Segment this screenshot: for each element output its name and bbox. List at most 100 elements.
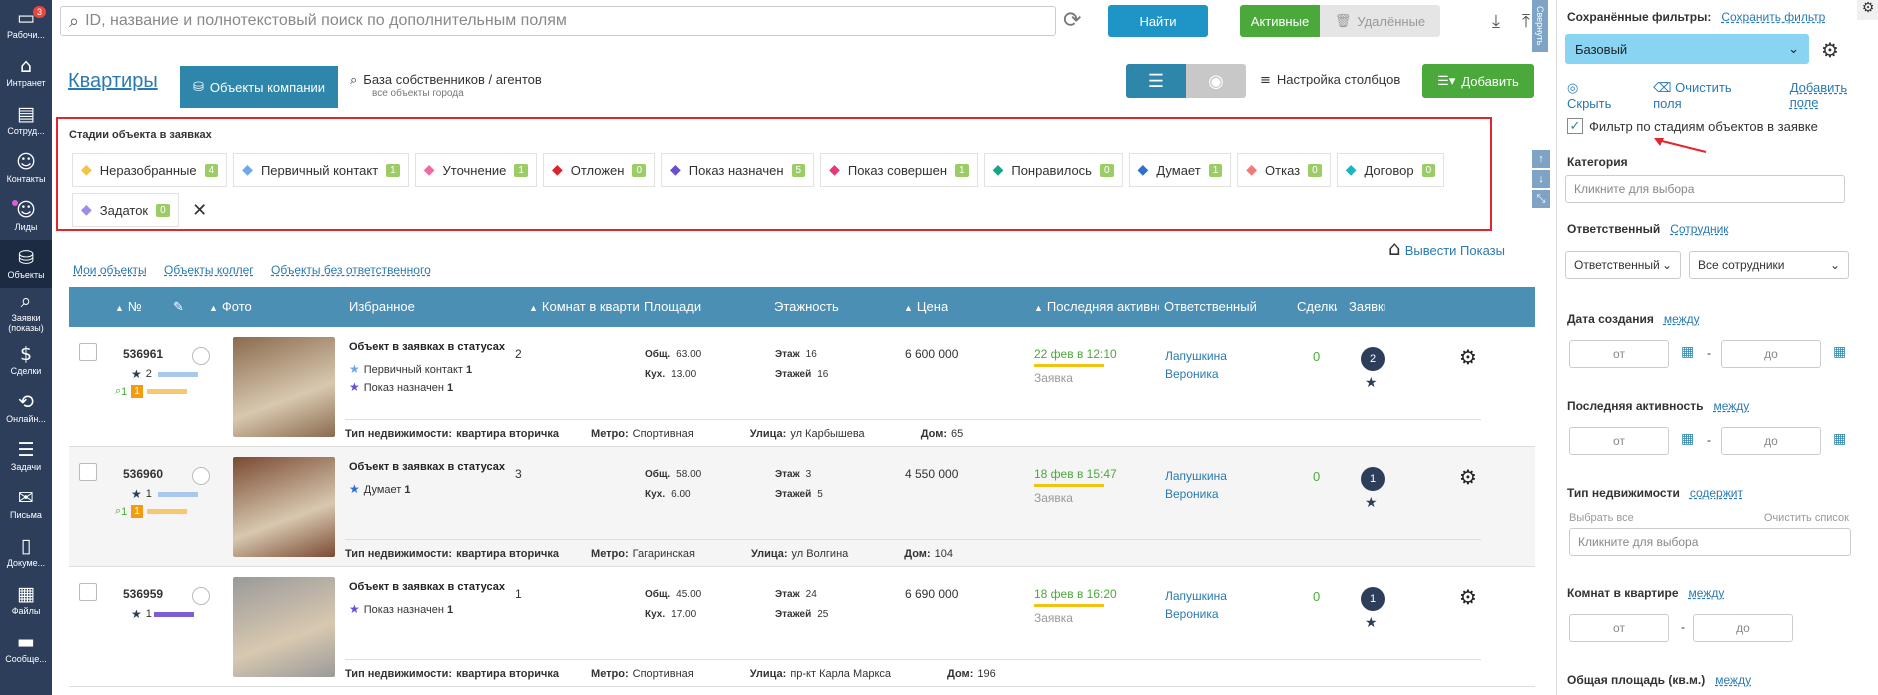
gear-icon[interactable]: ⚙ [1821, 38, 1839, 62]
nav-item-2[interactable]: ▤ Сотруд... [0, 96, 52, 144]
row-checkbox[interactable] [79, 343, 97, 361]
th-requests[interactable]: Заявки [1349, 299, 1385, 314]
nav-item-4[interactable]: ☺ Лиды [0, 192, 52, 240]
stage-chip[interactable]: ◆ Первичный контакт 1 [233, 153, 409, 187]
calendar-icon[interactable]: ▦ [1681, 431, 1694, 447]
table-row[interactable]: 536961 ★ 2 ⌕ 11 Объект в заявках в статус… [69, 327, 1535, 447]
select-all-link[interactable]: Выбрать все [1569, 512, 1634, 524]
deals-count[interactable]: 0 [1313, 589, 1320, 604]
stage-chip[interactable]: ◆ Понравилось 0 [983, 153, 1123, 187]
clear-fields-button[interactable]: ⌫ Очистить поля [1653, 80, 1776, 111]
activity-to-input[interactable]: до [1721, 427, 1821, 455]
colleagues-objects-link[interactable]: Объекты коллег [164, 263, 254, 277]
list-view-button[interactable]: ☰ [1126, 64, 1186, 98]
th-rooms[interactable]: ▲Комнат в квартире [529, 299, 639, 314]
calendar-icon[interactable]: ▦ [1681, 344, 1694, 360]
add-field-link[interactable]: Добавить поле [1790, 80, 1878, 111]
my-objects-link[interactable]: Мои объекты [73, 263, 147, 277]
category-field[interactable]: Кликните для выбора [1565, 175, 1845, 203]
th-favorite[interactable]: Избранное [349, 299, 415, 314]
active-filter-button[interactable]: Активные [1240, 5, 1320, 37]
object-photo[interactable] [233, 577, 335, 677]
deleted-filter-button[interactable]: 🗑 Удалённые [1320, 5, 1440, 37]
search-input[interactable]: ⌕ ID, название и полнотекстовый поиск по … [60, 6, 1056, 36]
object-id[interactable]: 536960 [123, 467, 163, 481]
responsible-link[interactable]: Лапушкина Вероника [1165, 347, 1227, 383]
nav-item-3[interactable]: ☺ Контакты [0, 144, 52, 192]
gear-icon[interactable]: ⚙ [1459, 465, 1477, 489]
created-from-input[interactable]: от [1569, 340, 1669, 368]
contains-link[interactable]: содержит [1690, 486, 1743, 500]
find-button[interactable]: Найти [1108, 5, 1208, 37]
nav-item-0[interactable]: ▭ Рабочи... 3 [0, 0, 52, 48]
nav-item-6[interactable]: ⌕ Заявки (показы) [0, 288, 52, 336]
requests-badge[interactable]: 1 [1361, 587, 1385, 611]
th-edit[interactable]: ✎ [173, 299, 184, 315]
stage-chip[interactable]: ◆ Уточнение 1 [414, 153, 537, 187]
rooms-from-input[interactable]: от [1569, 614, 1669, 642]
collapse-panel-tab[interactable]: Свернуть [1532, 0, 1548, 52]
calendar-icon[interactable]: ▦ [1833, 344, 1846, 360]
row-checkbox[interactable] [79, 583, 97, 601]
th-activity[interactable]: ▲Последняя активность [1034, 299, 1159, 314]
th-area[interactable]: Площади [644, 299, 701, 314]
responsible-select[interactable]: Ответственный ⌄ [1565, 251, 1681, 279]
gear-icon[interactable]: ⚙ [1459, 585, 1477, 609]
property-type-field[interactable]: Кликните для выбора [1569, 528, 1851, 556]
arrow-up-icon[interactable]: ↑ [1532, 150, 1550, 168]
between-link[interactable]: между [1664, 312, 1700, 326]
between-link[interactable]: между [1713, 399, 1749, 413]
hide-button[interactable]: ◎ Скрыть [1567, 80, 1639, 111]
stage-chip[interactable]: ◆ Неразобранные 4 [72, 153, 228, 187]
row-checkbox[interactable] [79, 463, 97, 481]
object-photo[interactable] [233, 337, 335, 437]
expand-icon[interactable]: ⤡ [1532, 190, 1550, 208]
responsible-link[interactable]: Лапушкина Вероника [1165, 587, 1227, 623]
th-floors[interactable]: Этажность [774, 299, 839, 314]
tab-owners-base[interactable]: ⌕ База собственников / агентов все объекты… [350, 72, 542, 99]
stage-chip[interactable]: ◆ Отложен 0 [542, 153, 655, 187]
gear-icon[interactable]: ⚙ [1459, 345, 1477, 369]
stage-chip[interactable]: ◆ Показ совершен 1 [820, 153, 978, 187]
map-view-button[interactable]: ◉ [1186, 64, 1246, 98]
stage-chip[interactable]: ◆ Задаток 0 [72, 193, 179, 227]
responsible-link[interactable]: Лапушкина Вероника [1165, 467, 1227, 503]
saved-filter-select[interactable]: Базовый ⌄ [1565, 34, 1809, 64]
select-circle[interactable] [192, 467, 210, 485]
column-settings-button[interactable]: ≡ Настройка столбцов [1260, 72, 1400, 88]
th-price[interactable]: ▲ Цена [904, 299, 948, 314]
nav-item-10[interactable]: ✉ Письма [0, 480, 52, 528]
th-photo[interactable]: ▲ Фото [209, 299, 252, 314]
upload-icon[interactable]: ⤒ [1522, 11, 1530, 32]
download-icon[interactable]: ⤓ [1492, 11, 1500, 32]
nav-item-12[interactable]: ▦ Файлы [0, 576, 52, 624]
rooms-to-input[interactable]: до [1693, 614, 1793, 642]
created-to-input[interactable]: до [1721, 340, 1821, 368]
nav-item-11[interactable]: ▯ Докуме... [0, 528, 52, 576]
calendar-icon[interactable]: ▦ [1833, 431, 1846, 447]
table-row[interactable]: 536959 ★ 1 Объект в заявках в статусах ★ По… [69, 567, 1535, 687]
refresh-icon[interactable]: ⟳ [1063, 8, 1081, 33]
table-row[interactable]: 536960 ★ 1 ⌕ 11 Объект в заявках в статус… [69, 447, 1535, 567]
tab-company-objects[interactable]: ⛁ Объекты компании [180, 66, 338, 108]
add-button[interactable]: ☰▾ Добавить [1422, 64, 1534, 98]
nav-item-13[interactable]: ▬ Сообще... [0, 624, 52, 672]
nav-item-7[interactable]: $ Сделки [0, 336, 52, 384]
stage-chip[interactable]: ◆ Показ назначен 5 [661, 153, 815, 187]
employees-select[interactable]: Все сотрудники ⌄ [1689, 251, 1849, 279]
close-icon[interactable]: ✕ [185, 193, 215, 227]
employee-link[interactable]: Сотрудник [1670, 222, 1728, 236]
nav-item-1[interactable]: ⌂ Интранет [0, 48, 52, 96]
arrow-down-icon[interactable]: ↓ [1532, 170, 1550, 188]
nav-item-9[interactable]: ☰ Задачи [0, 432, 52, 480]
save-filter-link[interactable]: Сохранить фильтр [1721, 10, 1825, 24]
between-link[interactable]: между [1689, 586, 1725, 600]
th-number[interactable]: ▲ № [115, 299, 142, 314]
object-photo[interactable] [233, 457, 335, 557]
unassigned-objects-link[interactable]: Объекты без ответственного [271, 263, 431, 277]
th-responsible[interactable]: Ответственный [1164, 299, 1257, 314]
requests-badge[interactable]: 2 [1361, 347, 1385, 371]
th-deals[interactable]: Сделки [1297, 299, 1337, 314]
clear-list-link[interactable]: Очистить список [1764, 512, 1849, 524]
settings-icon[interactable]: ⚙ [1857, 0, 1878, 20]
